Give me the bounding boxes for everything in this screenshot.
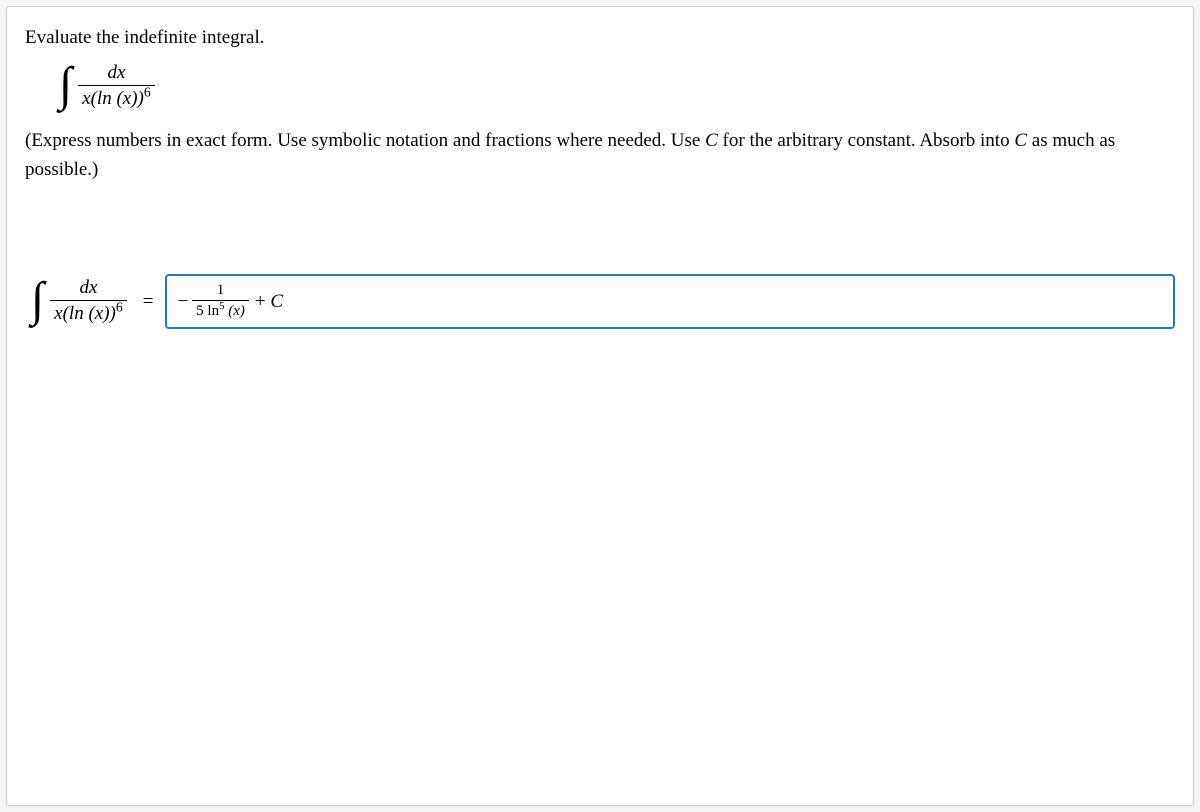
question-prompt: Evaluate the indefinite integral. xyxy=(25,27,1175,49)
lhs-denominator: x(ln (x))6 xyxy=(50,300,127,327)
answer-row: ∫ dx x(ln (x))6 = − 1 5 ln5 (x) + C xyxy=(25,274,1175,329)
answer-lhs: ∫ dx x(ln (x))6 = xyxy=(31,278,165,327)
instructions-note: (Express numbers in exact form. Use symb… xyxy=(25,126,1175,185)
integral-expression: ∫ dx x(ln (x))6 xyxy=(59,63,1175,112)
lhs-numerator: dx xyxy=(75,278,101,300)
lhs-fraction: dx x(ln (x))6 xyxy=(50,278,127,327)
integral-sign: ∫ xyxy=(31,276,44,324)
rhs-fraction: 1 5 ln5 (x) xyxy=(192,282,249,321)
integrand-fraction: dx x(ln (x))6 xyxy=(78,63,155,112)
integrand-denominator: x(ln (x))6 xyxy=(78,85,155,112)
rhs-denominator: 5 ln5 (x) xyxy=(192,300,249,322)
rhs-numerator: 1 xyxy=(213,282,229,300)
equals-sign: = xyxy=(143,291,154,313)
minus-sign: − xyxy=(177,291,188,313)
answer-input[interactable]: − 1 5 ln5 (x) + C xyxy=(165,274,1175,329)
integral-sign: ∫ xyxy=(59,61,72,109)
integrand-numerator: dx xyxy=(103,63,129,85)
plus-c: + C xyxy=(255,291,283,313)
question-card: Evaluate the indefinite integral. ∫ dx x… xyxy=(6,6,1194,806)
